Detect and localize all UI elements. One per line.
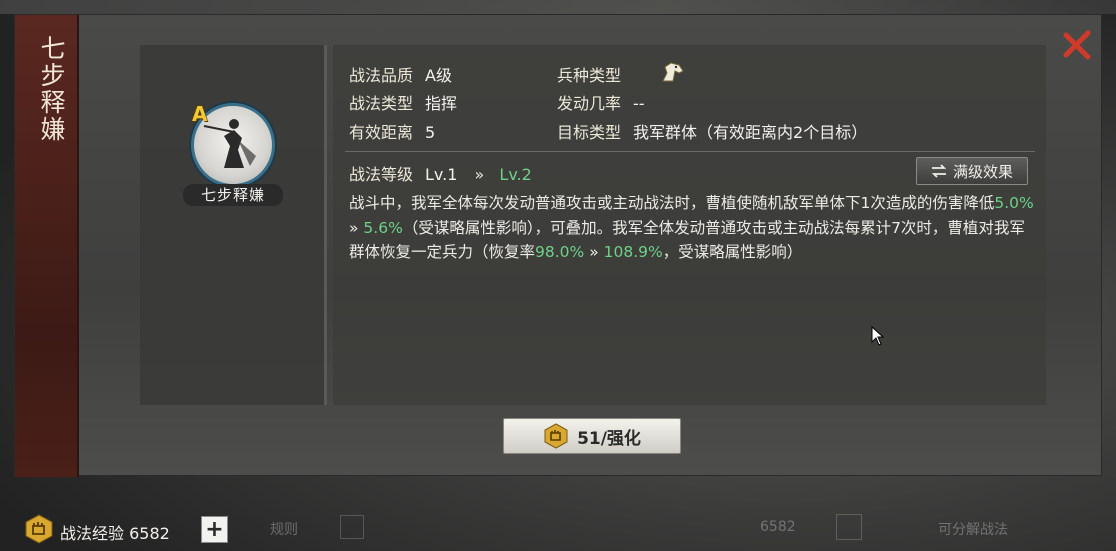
- enhance-button[interactable]: 51/强化: [503, 418, 681, 454]
- troop-label: 兵种类型: [557, 66, 622, 85]
- trigger-value: --: [633, 94, 645, 113]
- desc-value-1-from: 5.0%: [994, 194, 1034, 212]
- target-row: 目标类型 我军群体（有效距离内2个目标）: [557, 119, 867, 143]
- tactic-description: 战斗中，我军全体每次发动普通攻击或主动战法时，曹植使随机敌军单体下1次造成的伤害…: [349, 191, 1034, 265]
- range-row: 有效距离 5: [349, 119, 435, 143]
- range-label: 有效距离: [349, 123, 414, 142]
- level-next: Lv.2: [499, 165, 532, 184]
- desc-value-2-from: 98.0%: [535, 243, 585, 261]
- dim-rule-label: 规则: [270, 522, 298, 538]
- tactic-exp-icon: [25, 514, 53, 544]
- fist-token-icon: [544, 423, 568, 449]
- quality-value: A级: [425, 66, 452, 85]
- section-divider: [345, 151, 1035, 152]
- tactic-detail-dialog: 七步释嫌 A 七步释嫌 战法品质 A级 兵种类型 战法类型 指挥 发动几率 --…: [14, 14, 1102, 477]
- quality-label: 战法品质: [349, 66, 414, 85]
- dim-plus-icon: [836, 514, 862, 540]
- max-level-effect-button[interactable]: 满级效果: [916, 157, 1028, 185]
- range-value: 5: [425, 123, 436, 142]
- desc-part-3: ，受谋略属性影响）: [662, 243, 803, 261]
- type-label: 战法类型: [349, 94, 414, 113]
- level-row: 战法等级 Lv.1 » Lv.2: [349, 161, 532, 185]
- mouse-cursor-icon: [871, 326, 885, 346]
- quality-row: 战法品质 A级: [349, 62, 452, 86]
- level-arrow: »: [474, 165, 485, 184]
- desc-arrow-1: »: [349, 218, 364, 237]
- desc-part-1: 战斗中，我军全体每次发动普通攻击或主动战法时，曹植使随机敌军单体下1次造成的伤害…: [349, 194, 995, 212]
- close-button[interactable]: [1061, 28, 1095, 62]
- type-value: 指挥: [425, 94, 458, 113]
- level-label: 战法等级: [349, 165, 414, 184]
- type-row: 战法类型 指挥: [349, 90, 457, 114]
- close-x-icon: [1063, 30, 1091, 60]
- max-level-effect-label: 满级效果: [952, 162, 1013, 181]
- tactic-info-panel: 战法品质 A级 兵种类型 战法类型 指挥 发动几率 -- 有效距离 5 目标类型 我军群体…: [333, 45, 1046, 405]
- top-tab-strip: [0, 0, 1116, 14]
- target-label: 目标类型: [557, 123, 622, 142]
- trigger-label: 发动几率: [557, 94, 622, 113]
- desc-arrow-2: »: [584, 243, 604, 261]
- enhance-label: 51/强化: [577, 428, 641, 449]
- desc-value-2-to: 108.9%: [603, 243, 663, 261]
- tactic-exp-label: 战法经验 6582: [60, 524, 170, 543]
- tactic-name-label: 七步释嫌: [183, 184, 283, 206]
- cavalry-horse-icon: [662, 62, 684, 82]
- trigger-row: 发动几率 --: [557, 90, 645, 114]
- add-exp-button[interactable]: +: [201, 516, 228, 543]
- level-current: Lv.1: [425, 165, 458, 184]
- troop-row: 兵种类型: [557, 62, 621, 86]
- bottom-status-bar: 战法经验 6582 + 规则 6582 可分解战法: [0, 505, 1116, 551]
- target-value: 我军群体（有效距离内2个目标）: [633, 123, 868, 142]
- dialog-title-bar: 七步释嫌: [15, 15, 79, 477]
- swap-arrows-icon: [931, 164, 947, 178]
- dim-decompose-button: 可分解战法: [938, 522, 1008, 538]
- dialog-title: 七步释嫌: [37, 35, 66, 143]
- dim-share-icon: [340, 515, 364, 539]
- tactic-portrait-panel: A 七步释嫌: [140, 45, 327, 405]
- dim-exp-value: 6582: [760, 519, 796, 535]
- desc-value-1-to: 5.6%: [363, 218, 403, 237]
- grade-badge: A: [192, 102, 208, 126]
